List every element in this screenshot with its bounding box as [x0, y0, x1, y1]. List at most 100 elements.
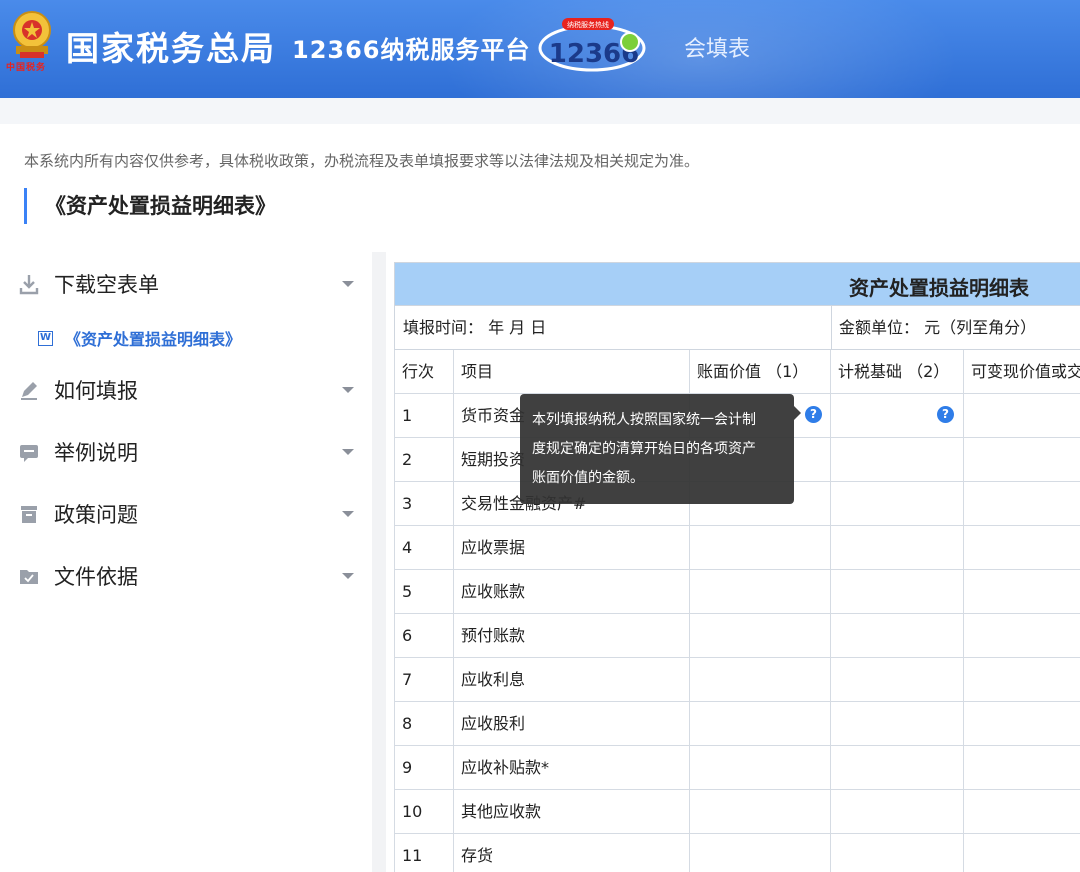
tooltip-line: 本列填报纳税人按照国家统一会计制	[532, 412, 756, 428]
subtitle-fill-forms[interactable]: 会填表	[684, 31, 750, 63]
col-header-item: 项目	[453, 350, 689, 393]
archive-icon	[21, 506, 37, 523]
tax-basis-cell[interactable]	[830, 614, 963, 657]
realizable-value-cell[interactable]	[963, 614, 1080, 657]
sidebar-separator	[372, 252, 386, 872]
tax-basis-cell[interactable]	[830, 746, 963, 789]
realizable-value-cell[interactable]	[963, 790, 1080, 833]
tax-basis-cell[interactable]	[830, 482, 963, 525]
sidebar-item-documents[interactable]: 文件依据	[18, 556, 358, 596]
chevron-down-icon[interactable]	[342, 387, 354, 393]
realizable-value-cell[interactable]	[963, 482, 1080, 525]
platform-title[interactable]: 12366纳税服务平台	[292, 30, 531, 65]
tax-basis-cell[interactable]	[830, 526, 963, 569]
realizable-value-cell[interactable]	[963, 438, 1080, 481]
page-title-block: 《资产处置损益明细表》	[24, 188, 276, 224]
help-question-icon[interactable]: ?	[805, 406, 822, 423]
row-number: 8	[394, 702, 453, 745]
row-number: 7	[394, 658, 453, 701]
row-item: 应收补贴款*	[453, 746, 689, 789]
table-row: 5 应收账款	[394, 570, 1080, 614]
realizable-value-cell[interactable]	[963, 570, 1080, 613]
table-row: 7 应收利息	[394, 658, 1080, 702]
logo-tag-text: 纳税服务热线	[567, 20, 609, 29]
row-item: 其他应收款	[453, 790, 689, 833]
book-value-cell[interactable]	[689, 614, 830, 657]
tax-basis-cell[interactable]	[830, 438, 963, 481]
realizable-value-cell[interactable]	[963, 394, 1080, 437]
book-value-cell[interactable]	[689, 834, 830, 872]
help-question-icon[interactable]: ?	[937, 406, 954, 423]
chevron-down-icon[interactable]	[342, 511, 354, 517]
book-value-cell[interactable]	[689, 570, 830, 613]
table-row: 8 应收股利	[394, 702, 1080, 746]
col-header-realizable-value: 可变现价值或交易价格	[963, 350, 1080, 393]
amount-unit-label: 金额单位： 元（列至角分）	[839, 318, 1037, 337]
sidebar-item-label: 举例说明	[54, 441, 138, 465]
disclaimer-notice: 本系统内所有内容仅供参考，具体税收政策，办税流程及表单填报要求等以法律法规及相关…	[24, 152, 700, 170]
realizable-value-cell[interactable]	[963, 746, 1080, 789]
header-divider	[0, 98, 1080, 124]
site-title[interactable]: 国家税务总局	[66, 22, 276, 70]
tax-basis-cell[interactable]	[830, 702, 963, 745]
tooltip-line: 账面价值的金额。	[532, 470, 644, 486]
chevron-down-icon[interactable]	[342, 281, 354, 287]
table-title-bar: 资产处置损益明细表	[394, 262, 1080, 306]
row-item: 应收股利	[453, 702, 689, 745]
tax-basis-cell[interactable]	[830, 570, 963, 613]
sidebar-item-label: 文件依据	[54, 565, 138, 589]
table-row: 4 应收票据	[394, 526, 1080, 570]
sidebar-item-policy-questions[interactable]: 政策问题	[18, 494, 358, 534]
row-item: 应收利息	[453, 658, 689, 701]
message-icon	[20, 445, 38, 462]
row-number: 2	[394, 438, 453, 481]
book-value-cell[interactable]	[689, 658, 830, 701]
row-number: 11	[394, 834, 453, 872]
book-value-cell[interactable]	[689, 746, 830, 789]
sidebar-subitem-label[interactable]: 《资产处置损益明细表》	[65, 326, 241, 350]
tax-basis-cell[interactable]	[830, 658, 963, 701]
row-item: 存货	[453, 834, 689, 872]
sidebar-item-download[interactable]: 下载空表单	[18, 264, 358, 304]
sidebar-item-how-to-fill[interactable]: 如何填报	[18, 370, 358, 410]
row-number: 3	[394, 482, 453, 525]
book-value-cell[interactable]	[689, 790, 830, 833]
col-header-row-no: 行次	[394, 350, 453, 393]
tax-basis-cell[interactable]	[830, 790, 963, 833]
table-row: 10 其他应收款	[394, 790, 1080, 834]
download-icon	[19, 275, 39, 295]
chevron-down-icon[interactable]	[342, 449, 354, 455]
info-divider	[831, 306, 832, 349]
pen-icon	[21, 382, 37, 400]
tax-basis-cell[interactable]	[830, 834, 963, 872]
sidebar-item-label: 下载空表单	[54, 273, 159, 297]
folder-icon	[20, 570, 38, 584]
realizable-value-cell[interactable]	[963, 658, 1080, 701]
chevron-down-icon[interactable]	[342, 573, 354, 579]
row-item: 预付账款	[453, 614, 689, 657]
row-number: 10	[394, 790, 453, 833]
sidebar-subitem-form-link[interactable]: W 《资产处置损益明细表》	[38, 326, 241, 350]
emblem-caption: 中国税务	[6, 63, 47, 73]
col-header-tax-basis: 计税基础 （2）	[830, 350, 963, 393]
book-value-cell[interactable]	[689, 526, 830, 569]
sidebar-item-label: 政策问题	[54, 503, 138, 527]
fill-time-label: 填报时间： 年 月 日	[403, 318, 547, 337]
help-tooltip: 本列填报纳税人按照国家统一会计制 度规定确定的清算开始日的各项资产 账面价值的金…	[520, 394, 801, 504]
realizable-value-cell[interactable]	[963, 702, 1080, 745]
row-number: 6	[394, 614, 453, 657]
tooltip-line: 度规定确定的清算开始日的各项资产	[532, 441, 756, 457]
row-number: 9	[394, 746, 453, 789]
row-item: 应收账款	[453, 570, 689, 613]
row-number: 5	[394, 570, 453, 613]
sidebar-item-examples[interactable]: 举例说明	[18, 432, 358, 472]
row-item: 应收票据	[453, 526, 689, 569]
book-value-cell[interactable]	[689, 702, 830, 745]
realizable-value-cell[interactable]	[963, 834, 1080, 872]
table-row: 11 存货	[394, 834, 1080, 872]
realizable-value-cell[interactable]	[963, 526, 1080, 569]
top-header: 中国税务 国家税务总局 12366纳税服务平台 纳税服务热线 12366 会填表	[0, 0, 1080, 98]
tooltip-arrow	[794, 406, 801, 420]
col-header-book-value: 账面价值 （1）	[689, 350, 830, 393]
sidebar-item-label: 如何填报	[54, 379, 138, 403]
